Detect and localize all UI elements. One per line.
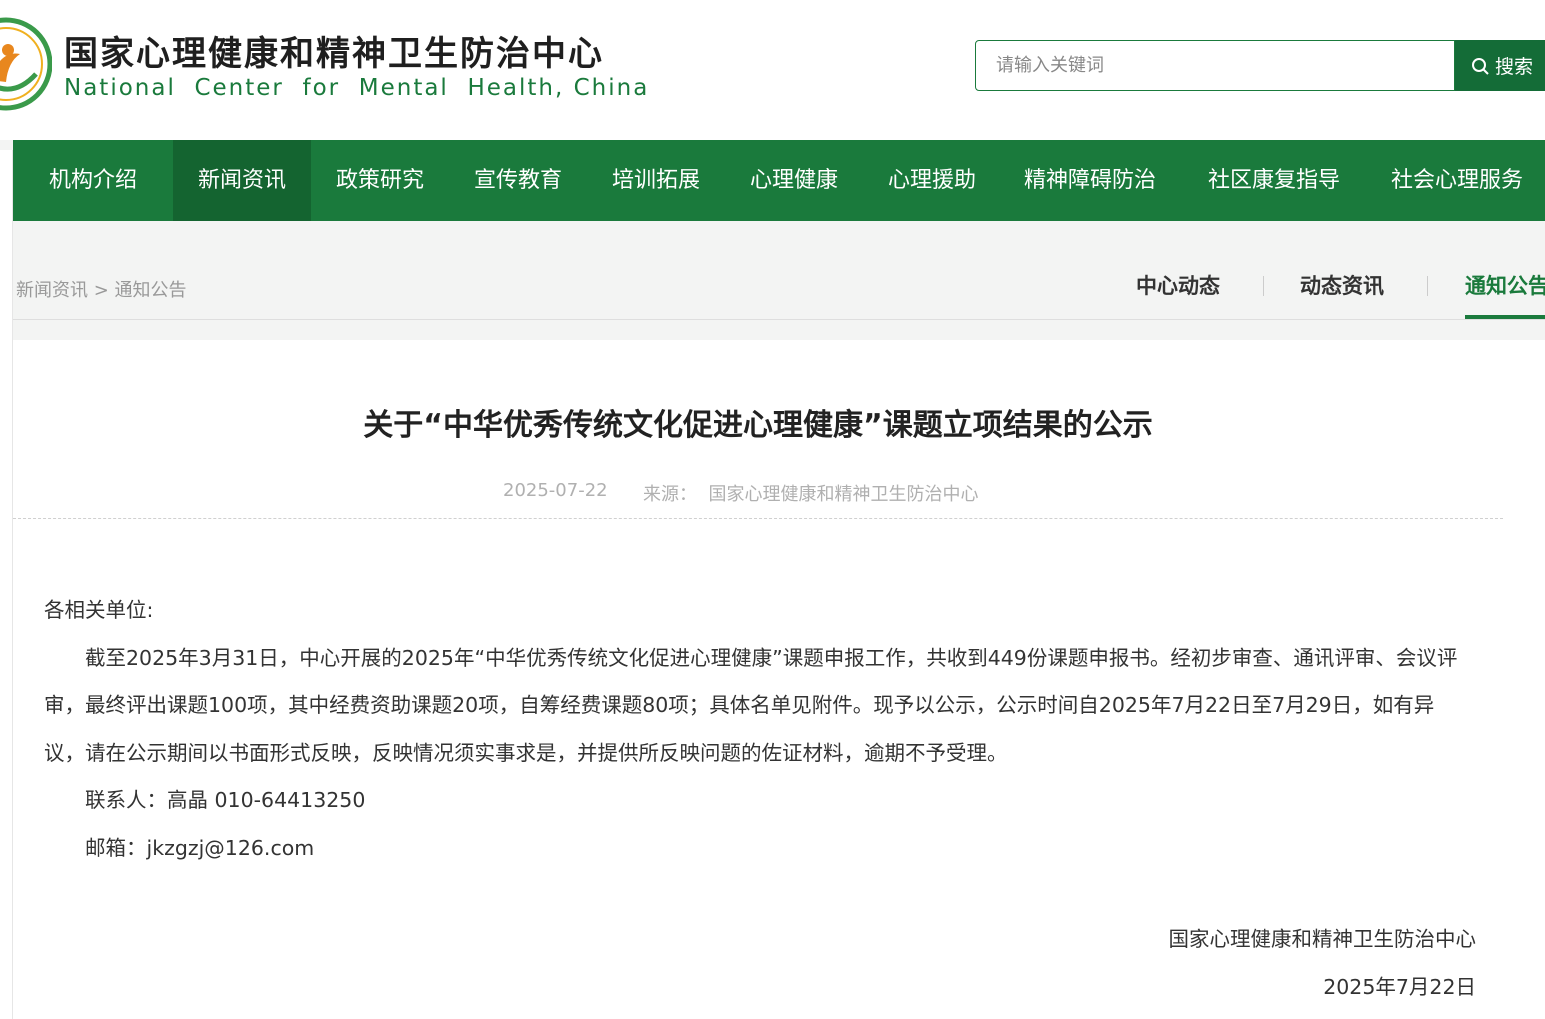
tab-center-news[interactable]: 中心动态: [1136, 270, 1220, 300]
nav-item-education[interactable]: 宣传教育: [449, 140, 587, 221]
nav-item-policy[interactable]: 政策研究: [311, 140, 449, 221]
breadcrumb: 新闻资讯 > 通知公告: [16, 276, 187, 302]
nav-item-about[interactable]: 机构介绍: [13, 140, 173, 221]
search-input[interactable]: [976, 41, 1454, 90]
breadcrumb-notices-link[interactable]: 通知公告: [115, 280, 187, 301]
org-name-cn: 国家心理健康和精神卫生防治中心: [64, 34, 604, 74]
nav-item-community-rehab[interactable]: 社区康复指导: [1179, 140, 1369, 221]
nav-item-mental-health[interactable]: 心理健康: [725, 140, 863, 221]
left-edge-strip: [0, 150, 13, 1019]
subnav-divider: [13, 319, 1545, 320]
tab-separator: [1427, 276, 1428, 296]
search-box: [975, 40, 1455, 91]
article-source: 来源： 国家心理健康和精神卫生防治中心: [643, 484, 979, 505]
nav-item-training[interactable]: 培训拓展: [587, 140, 725, 221]
article-title: 关于“中华优秀传统文化促进心理健康”课题立项结果的公示: [363, 408, 1153, 443]
article-email: 邮箱：jkzgzj@126.com: [85, 835, 315, 860]
nav-item-psych-aid[interactable]: 心理援助: [863, 140, 1001, 221]
signature-org: 国家心理健康和精神卫生防治中心: [1168, 927, 1477, 951]
signature-date: 2025年7月22日: [1323, 975, 1476, 999]
article-salutation: 各相关单位:: [44, 598, 154, 622]
article-body: 各相关单位: 截至2025年3月31日，中心开展的2025年“中华优秀传统文化促…: [44, 587, 1474, 872]
tab-notices[interactable]: 通知公告: [1465, 270, 1545, 300]
search-button-label: 搜索: [1495, 56, 1534, 78]
org-name-en: National Center for Mental Health, China: [64, 75, 650, 101]
main-nav: 机构介绍 新闻资讯 政策研究 宣传教育 培训拓展 心理健康 心理援助 精神障碍防…: [13, 140, 1545, 221]
search-button[interactable]: 搜索: [1455, 40, 1545, 91]
breadcrumb-separator: >: [88, 280, 115, 301]
article-meta-divider: [13, 518, 1503, 519]
article-paragraph: 截至2025年3月31日，中心开展的2025年“中华优秀传统文化促进心理健康”课…: [44, 645, 1458, 765]
search-icon: [1472, 57, 1489, 75]
tab-separator: [1263, 276, 1264, 296]
nav-item-social-psych-service[interactable]: 社会心理服务: [1369, 140, 1545, 221]
tab-dynamic-news[interactable]: 动态资讯: [1300, 270, 1384, 300]
site-logo[interactable]: [0, 10, 52, 118]
nav-item-disorder-prevention[interactable]: 精神障碍防治: [1001, 140, 1179, 221]
article-date: 2025-07-22: [503, 480, 608, 501]
nav-item-news[interactable]: 新闻资讯: [173, 140, 311, 221]
breadcrumb-news-link[interactable]: 新闻资讯: [16, 280, 88, 301]
site-header: 国家心理健康和精神卫生防治中心 National Center for Ment…: [0, 0, 1545, 140]
article-contact: 联系人：高晶 010-64413250: [85, 788, 366, 812]
